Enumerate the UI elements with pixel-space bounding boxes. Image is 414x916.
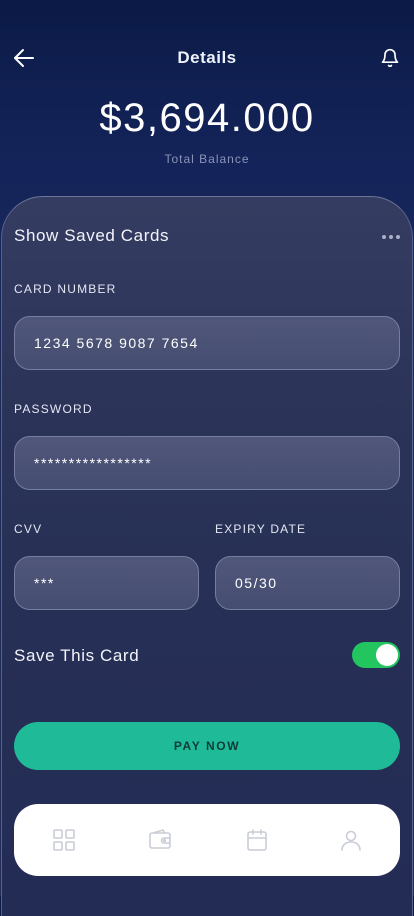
user-icon <box>341 830 361 851</box>
total-balance-amount: $3,694.000 <box>99 96 315 140</box>
cvv-input[interactable]: *** <box>14 556 199 610</box>
card-number-label: CARD NUMBER <box>14 282 117 296</box>
more-options-button[interactable] <box>380 226 402 248</box>
nav-wallet[interactable] <box>146 826 174 854</box>
toggle-knob <box>376 644 398 666</box>
app-header: Details <box>0 40 414 76</box>
calendar-icon <box>247 829 267 851</box>
password-label: PASSWORD <box>14 402 93 416</box>
more-horizontal-icon <box>382 235 400 239</box>
notifications-button[interactable] <box>376 44 404 72</box>
password-input[interactable]: ***************** <box>14 436 400 490</box>
wallet-icon <box>149 829 171 849</box>
expiry-date-label: EXPIRY DATE <box>215 522 307 536</box>
bottom-nav <box>14 804 400 876</box>
nav-profile[interactable] <box>337 826 365 854</box>
show-saved-cards-link[interactable]: Show Saved Cards <box>14 226 169 246</box>
nav-calendar[interactable] <box>243 826 271 854</box>
page-title: Details <box>177 48 237 67</box>
nav-home[interactable] <box>50 826 78 854</box>
expiry-date-input[interactable]: 05/30 <box>215 556 400 610</box>
save-card-toggle[interactable] <box>352 642 400 668</box>
cvv-label: CVV <box>14 522 43 536</box>
pay-now-button[interactable]: PAY NOW <box>14 722 400 770</box>
save-card-label: Save This Card <box>14 646 140 665</box>
grid-icon <box>53 829 75 851</box>
bell-icon <box>381 48 399 68</box>
total-balance-label: Total Balance <box>164 152 250 166</box>
card-number-input[interactable]: 1234 5678 9087 7654 <box>14 316 400 370</box>
